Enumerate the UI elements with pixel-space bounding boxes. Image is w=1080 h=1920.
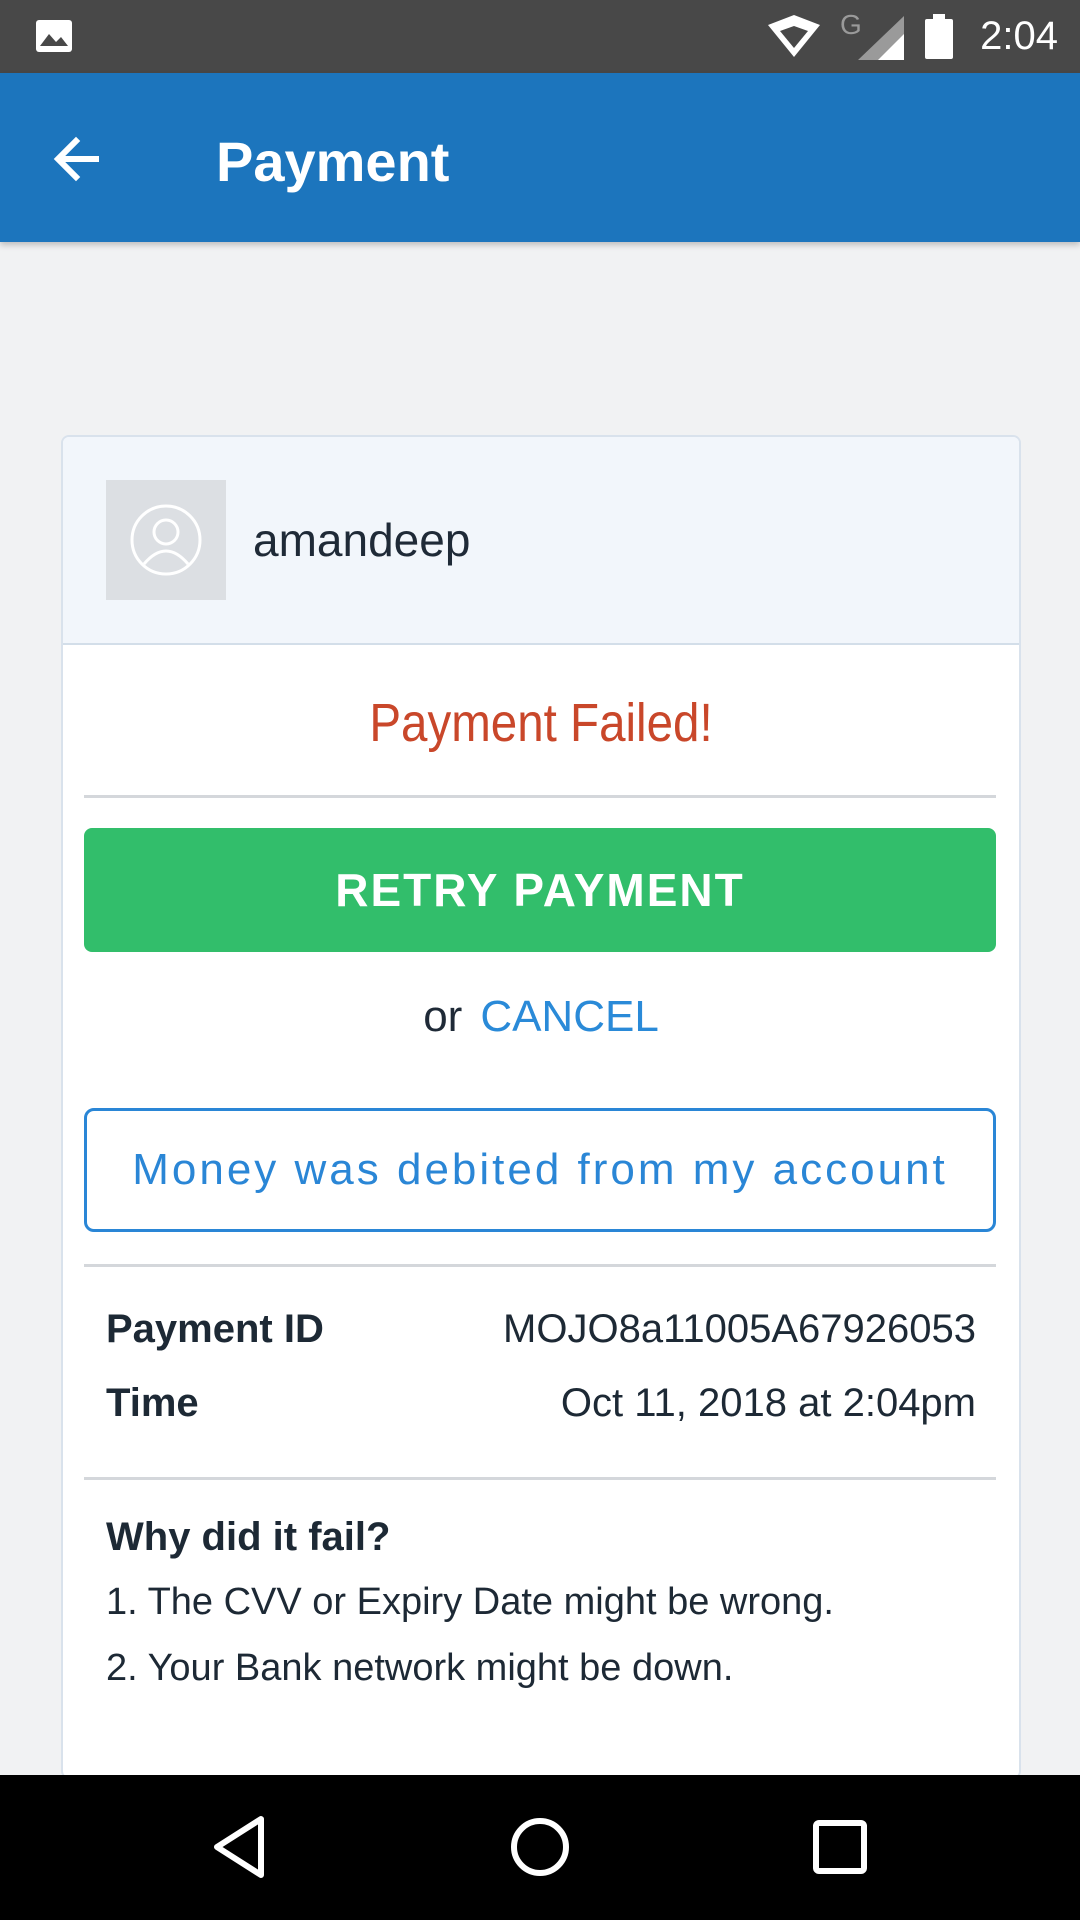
page-title: Payment	[216, 130, 450, 193]
payment-card: amandeep Payment Failed! RETRY PAYMENT o…	[61, 435, 1021, 1779]
failure-reasons-title: Why did it fail?	[106, 1515, 391, 1559]
arrow-left-icon	[53, 136, 99, 182]
money-debited-button[interactable]: Money was debited from my account	[84, 1108, 996, 1232]
gallery-icon	[36, 20, 72, 52]
clock: 2:04	[980, 14, 1058, 58]
wifi-icon	[768, 14, 821, 57]
cancel-row: or CANCEL	[63, 992, 1019, 1042]
network-type-label: G	[840, 12, 862, 40]
payment-id-label: Payment ID	[106, 1307, 324, 1351]
system-nav-bar	[0, 1775, 1080, 1920]
back-button[interactable]	[48, 127, 124, 191]
app-bar: Payment	[0, 73, 1080, 242]
failure-reason: 1. The CVV or Expiry Date might be wrong…	[106, 1581, 834, 1623]
time-value: Oct 11, 2018 at 2:04pm	[560, 1381, 976, 1425]
avatar	[106, 480, 226, 600]
or-text: or	[423, 992, 463, 1041]
merchant-header: amandeep	[63, 437, 1019, 645]
divider	[84, 1477, 996, 1480]
payment-id-value: MOJO8a11005A67926053	[503, 1307, 976, 1351]
payment-status-title: Payment Failed!	[369, 693, 713, 753]
merchant-name: amandeep	[253, 514, 471, 566]
status-bar: G 2:04	[0, 0, 1080, 73]
divider	[84, 795, 996, 798]
nav-home-button[interactable]	[500, 1807, 580, 1887]
nav-recents-button[interactable]	[800, 1807, 880, 1887]
recents-square-icon	[813, 1820, 867, 1874]
home-circle-icon	[511, 1818, 569, 1876]
cancel-link[interactable]: CANCEL	[480, 992, 659, 1041]
time-label: Time	[106, 1381, 199, 1425]
retry-payment-button[interactable]: RETRY PAYMENT	[84, 828, 996, 952]
divider	[84, 1264, 996, 1267]
nav-back-button[interactable]	[201, 1807, 281, 1887]
failure-reason: 2. Your Bank network might be down.	[106, 1647, 734, 1689]
user-avatar-icon	[130, 504, 202, 576]
back-triangle-icon	[214, 1816, 264, 1878]
battery-icon	[925, 13, 954, 59]
signal-icon: G	[840, 12, 905, 60]
